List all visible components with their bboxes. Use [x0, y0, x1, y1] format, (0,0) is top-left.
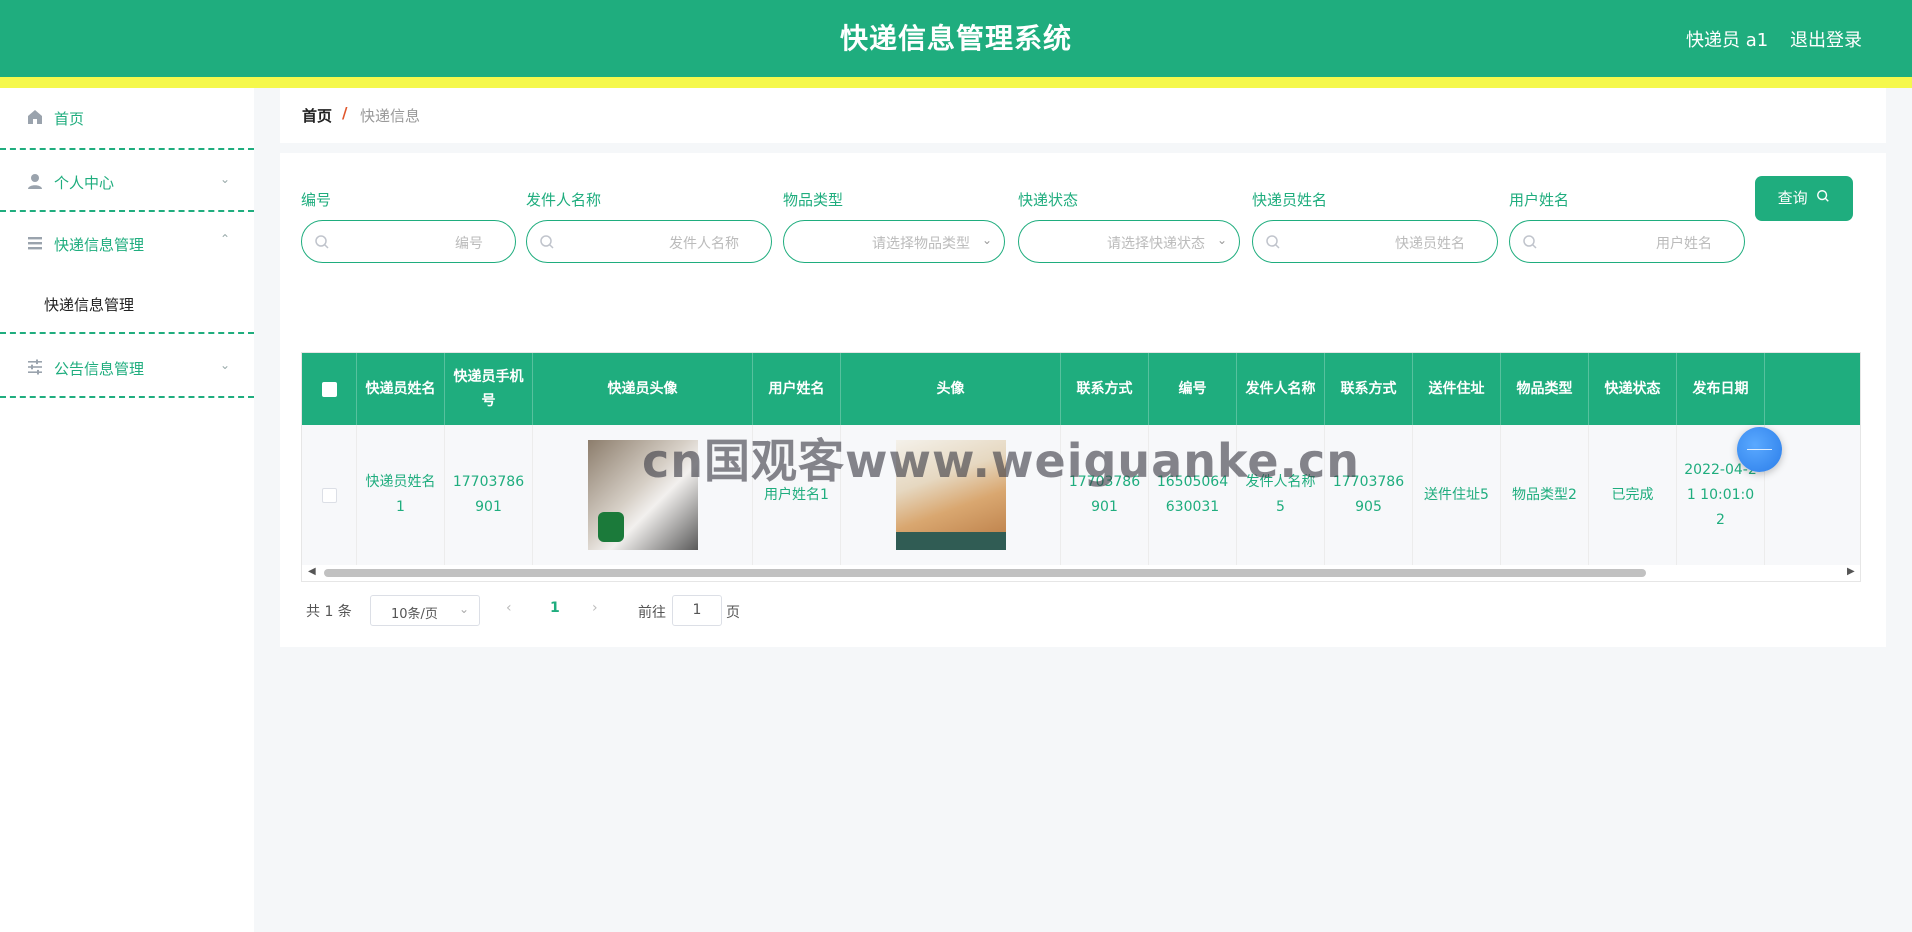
watermark: cn国观客www.weiguanke.cn: [642, 434, 1361, 488]
breadcrumb-separator: /: [342, 104, 348, 122]
sidebar-item-home[interactable]: 首页: [0, 88, 254, 150]
search-icon: [539, 234, 555, 250]
page-size-select[interactable]: 10条/页 ⌄: [370, 595, 480, 626]
search-icon: [1265, 234, 1281, 250]
list-icon: [26, 234, 44, 252]
breadcrumb-current: 快递信息: [360, 107, 421, 125]
column-header: 物品类型: [1501, 353, 1589, 425]
sidebar-item-label: 公告信息管理: [54, 360, 145, 378]
sidebar-item-personal-center[interactable]: 个人中心 ⌄: [0, 150, 254, 212]
logout-link[interactable]: 退出登录: [1790, 26, 1862, 52]
number-search-input[interactable]: 编号: [301, 220, 516, 263]
column-header: 联系方式: [1325, 353, 1413, 425]
search-icon: [1816, 176, 1830, 221]
content-card: 编号 编号 发件人名称 发件人名称 物品类型 请选择物品类型 ⌄ 快递状态 请选…: [280, 153, 1886, 647]
sidebar-item-notice-management[interactable]: 公告信息管理 ⌄: [0, 336, 254, 398]
chevron-down-icon: ⌄: [220, 358, 231, 372]
floating-assistant-icon[interactable]: [1737, 427, 1782, 472]
home-icon: [26, 108, 44, 126]
column-header: 送件住址: [1413, 353, 1501, 425]
horizontal-scrollbar[interactable]: ◀ ▶: [302, 565, 1860, 581]
prev-page-button[interactable]: ‹: [506, 600, 512, 616]
column-header: 联系方式: [1061, 353, 1149, 425]
row-select-cell: [302, 425, 357, 565]
user-icon: [26, 172, 44, 190]
search-label-user: 用户姓名: [1509, 191, 1570, 209]
address-cell: 送件住址5: [1413, 425, 1501, 565]
column-header: 快递员头像: [533, 353, 753, 425]
user-name-search-input[interactable]: 用户姓名: [1509, 220, 1745, 263]
scrollbar-thumb[interactable]: [324, 569, 1646, 577]
submenu-item-express-management[interactable]: 快递信息管理: [0, 274, 254, 334]
placeholder: 发件人名称: [669, 236, 739, 252]
chevron-down-icon: ⌄: [459, 602, 470, 616]
sidebar-item-label: 快递信息管理: [54, 236, 145, 254]
placeholder: 请选择快递状态: [1107, 236, 1205, 252]
page-unit-label: 页: [726, 605, 740, 621]
item-type-select[interactable]: 请选择物品类型 ⌄: [783, 220, 1005, 263]
search-label-sender: 发件人名称: [526, 191, 602, 209]
placeholder: 编号: [455, 236, 483, 252]
sidebar-item-label: 个人中心: [54, 174, 115, 192]
column-header: 快递状态: [1589, 353, 1677, 425]
page-number-current[interactable]: 1: [550, 600, 560, 616]
column-header: 编号: [1149, 353, 1237, 425]
column-header: 发布日期: [1677, 353, 1765, 425]
courier-name-cell: 快递员姓名1: [357, 425, 445, 565]
search-label-item-type: 物品类型: [783, 191, 844, 209]
query-button-label: 查询: [1777, 189, 1808, 207]
column-header: 快递员手机号: [445, 353, 533, 425]
chevron-down-icon: ⌄: [981, 233, 992, 247]
courier-phone-cell: 17703786901: [445, 425, 533, 565]
select-all-cell: [302, 353, 357, 425]
row-checkbox[interactable]: [321, 487, 337, 503]
column-header: 快递员姓名: [357, 353, 445, 425]
column-header: 发件人名称: [1237, 353, 1325, 425]
search-label-courier: 快递员姓名: [1252, 191, 1328, 209]
chevron-up-icon: ⌃: [220, 232, 231, 246]
chevron-down-icon: ⌄: [220, 172, 231, 186]
goto-label: 前往: [638, 605, 666, 621]
sender-name-search-input[interactable]: 发件人名称: [526, 220, 772, 263]
status-cell: 已完成: [1589, 425, 1677, 565]
query-button[interactable]: 查询: [1755, 176, 1853, 221]
submenu-item-label: 快递信息管理: [44, 296, 135, 314]
app-title: 快递信息管理系统: [839, 22, 1072, 55]
courier-name-search-input[interactable]: 快递员姓名: [1252, 220, 1498, 263]
pagination-total: 共 1 条: [306, 604, 352, 620]
select-all-checkbox[interactable]: [321, 381, 337, 397]
current-user-label: 快递员 a1: [1686, 30, 1769, 51]
search-label-number: 编号: [301, 191, 332, 209]
column-header: 用户姓名: [753, 353, 841, 425]
sidebar-item-express-management[interactable]: 快递信息管理 ⌃: [0, 212, 254, 274]
page-size-value: 10条/页: [391, 607, 438, 622]
placeholder: 请选择物品类型: [872, 236, 970, 252]
search-icon: [314, 234, 330, 250]
search-icon: [1522, 234, 1538, 250]
scroll-right-icon[interactable]: ▶: [1847, 566, 1855, 577]
column-header: 头像: [841, 353, 1061, 425]
search-label-status: 快递状态: [1018, 191, 1079, 209]
item-type-cell: 物品类型2: [1501, 425, 1589, 565]
next-page-button[interactable]: ›: [592, 600, 598, 616]
placeholder: 用户姓名: [1656, 236, 1712, 252]
sidebar: 首页 个人中心 ⌄ 快递信息管理 ⌃ 快递信息管理 公告信息管理 ⌄: [0, 88, 254, 932]
sidebar-item-label: 首页: [54, 110, 85, 128]
breadcrumb-home[interactable]: 首页: [302, 105, 332, 126]
scroll-left-icon[interactable]: ◀: [308, 566, 316, 577]
sliders-icon: [26, 358, 44, 376]
table-header: 快递员姓名 快递员手机号 快递员头像 用户姓名 头像 联系方式 编号 发件人名称…: [302, 353, 1860, 425]
express-status-select[interactable]: 请选择快递状态 ⌄: [1018, 220, 1240, 263]
breadcrumb: 首页 / 快递信息: [280, 88, 1886, 143]
goto-page-input[interactable]: 1: [672, 595, 722, 626]
chevron-down-icon: ⌄: [1216, 233, 1227, 247]
header-accent-strip: [0, 77, 1912, 88]
placeholder: 快递员姓名: [1395, 236, 1465, 252]
